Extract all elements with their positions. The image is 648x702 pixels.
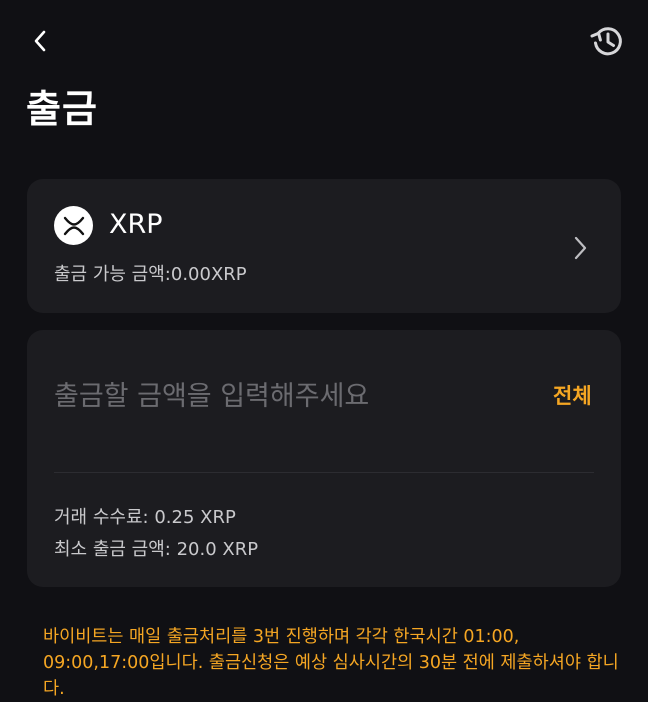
fee-value: 0.25 XRP — [154, 507, 236, 528]
fee-label: 거래 수수료: — [54, 507, 149, 528]
xrp-icon — [54, 206, 93, 245]
history-icon — [590, 27, 622, 56]
amount-card: 전체 거래 수수료: 0.25 XRP 최소 출금 금액: 20.0 XRP — [27, 330, 621, 587]
chevron-left-icon — [34, 30, 46, 52]
chevron-right-icon — [574, 236, 587, 260]
available-label: 출금 가능 금액: — [54, 264, 171, 285]
top-bar — [0, 0, 648, 82]
max-amount-button[interactable]: 전체 — [553, 382, 592, 410]
history-button[interactable] — [588, 22, 626, 60]
amount-input[interactable] — [54, 374, 534, 418]
available-balance: 출금 가능 금액:0.00XRP — [54, 263, 247, 287]
min-withdraw-value: 20.0 XRP — [176, 539, 259, 560]
fee-row: 거래 수수료: 0.25 XRP — [54, 506, 236, 530]
min-withdraw-label: 최소 출금 금액: — [54, 539, 171, 560]
min-withdraw-row: 최소 출금 금액: 20.0 XRP — [54, 538, 258, 562]
coin-symbol: XRP — [109, 209, 163, 240]
asset-selector[interactable]: XRP 출금 가능 금액:0.00XRP — [27, 179, 621, 313]
back-button[interactable] — [26, 26, 54, 56]
divider — [54, 472, 594, 473]
available-value: 0.00XRP — [170, 264, 247, 285]
withdrawal-notice: 바이비트는 매일 출금처리를 3번 진행하며 각각 한국시간 01:00, 09… — [43, 627, 619, 699]
page-title: 출금 — [26, 87, 98, 131]
